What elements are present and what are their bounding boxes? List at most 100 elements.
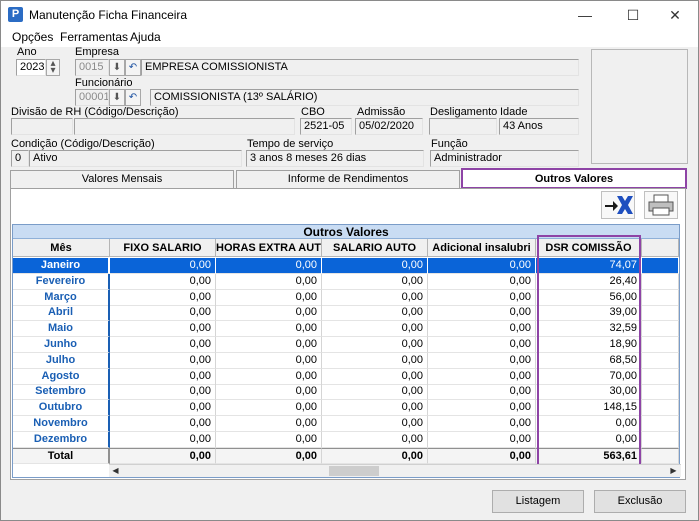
value-cell: 0,00 (322, 305, 428, 322)
month-cell: Abril (13, 305, 110, 322)
value-cell: 32,59 (536, 321, 642, 338)
condicao-desc-field: Ativo (29, 150, 242, 167)
empresa-lookup-icon[interactable]: ⬇ (109, 59, 125, 76)
value-cell: 0,00 (216, 431, 322, 448)
maximize-button[interactable]: ☐ (613, 1, 653, 29)
value-cell: 39,00 (536, 305, 642, 322)
scroll-right-icon[interactable]: ▶ (667, 465, 680, 477)
month-cell: Outubro (13, 400, 110, 417)
filler-cell (642, 431, 679, 448)
window-title: Manutenção Ficha Financeira (29, 8, 188, 22)
value-cell: 0,00 (428, 321, 536, 338)
total-label: Total (13, 447, 110, 464)
column-header-2[interactable]: HORAS EXTRA AUTO (216, 239, 322, 257)
grid-title: Outros Valores (13, 225, 679, 239)
value-cell: 0,00 (428, 416, 536, 432)
funcionario-code-input[interactable]: 00001 (75, 89, 109, 106)
column-header-4[interactable]: Adicional insalubri (428, 239, 536, 257)
value-cell: 0,00 (216, 368, 322, 385)
column-header-1[interactable]: FIXO SALARIO (110, 239, 216, 257)
value-cell: 0,00 (110, 273, 216, 290)
scroll-thumb[interactable] (329, 466, 379, 476)
empresa-code-input[interactable]: 0015 (75, 59, 109, 76)
tempo-label: Tempo de serviço (247, 138, 334, 150)
month-cell: Julho (13, 352, 110, 369)
filler-cell (642, 321, 679, 338)
value-cell: 0,00 (216, 305, 322, 322)
funcionario-label: Funcionário (75, 77, 133, 89)
filler-cell (642, 384, 679, 401)
ano-input[interactable]: 2023 (16, 59, 46, 76)
value-cell: 0,00 (428, 337, 536, 353)
value-cell: 0,00 (428, 273, 536, 290)
cbo-label: CBO (301, 106, 325, 118)
value-cell: 0,00 (322, 273, 428, 290)
close-button[interactable]: ✕ (655, 1, 695, 29)
ano-spinner[interactable]: ▴ ▾ (46, 59, 60, 76)
exclusao-button[interactable]: Exclusão (594, 490, 686, 513)
value-cell: 0,00 (428, 384, 536, 401)
value-cell: 0,00 (322, 384, 428, 401)
month-cell: Maio (13, 321, 110, 338)
title-bar: P Manutenção Ficha Financeira — ☐ ✕ (1, 1, 698, 29)
value-cell: 56,00 (536, 289, 642, 306)
cbo-field: 2521-05 (300, 118, 352, 135)
idade-field: 43 Anos (499, 118, 579, 135)
month-cell: Setembro (13, 384, 110, 401)
empresa-undo-icon[interactable]: ↶ (125, 59, 141, 76)
admissao-label: Admissão (357, 106, 406, 118)
menu-ferramentas[interactable]: Ferramentas (60, 30, 128, 44)
value-cell: 0,00 (322, 447, 428, 464)
minimize-button[interactable]: — (565, 1, 605, 29)
tab-informe-rendimentos[interactable]: Informe de Rendimentos (236, 170, 460, 188)
value-cell: 0,00 (110, 447, 216, 464)
export-excel-icon[interactable] (601, 191, 635, 219)
tab-outros-valores[interactable]: Outros Valores (461, 168, 687, 189)
value-cell: 0,00 (110, 352, 216, 369)
divisao-label: Divisão de RH (Código/Descrição) (11, 106, 179, 118)
value-cell: 0,00 (322, 368, 428, 385)
tempo-field: 3 anos 8 meses 26 dias (246, 150, 424, 167)
tab-valores-mensais[interactable]: Valores Mensais (10, 170, 234, 188)
desligamento-label: Desligamento (430, 106, 498, 118)
value-cell: 0,00 (110, 258, 216, 274)
value-cell: 0,00 (110, 384, 216, 401)
filler-cell (642, 447, 679, 464)
scroll-left-icon[interactable]: ◀ (109, 465, 122, 477)
column-header-0[interactable]: Mês (13, 239, 110, 257)
value-cell: 0,00 (216, 321, 322, 338)
funcao-label: Função (431, 138, 468, 150)
column-header-3[interactable]: SALARIO AUTO (322, 239, 428, 257)
value-cell: 0,00 (428, 289, 536, 306)
value-cell: 30,00 (536, 384, 642, 401)
filler-cell (642, 337, 679, 353)
month-cell: Novembro (13, 416, 110, 432)
value-cell: 0,00 (428, 305, 536, 322)
value-cell: 0,00 (110, 321, 216, 338)
column-header-5[interactable]: DSR COMISSÃO (536, 239, 642, 257)
listagem-button[interactable]: Listagem (492, 490, 584, 513)
outros-valores-grid: Outros Valores Mês FIXO SALARIO HORAS EXTR… (12, 224, 680, 478)
horizontal-scrollbar[interactable]: ◀ ▶ (109, 464, 681, 477)
ano-label: Ano (17, 46, 37, 58)
employee-photo (591, 49, 688, 164)
funcionario-lookup-icon[interactable]: ⬇ (109, 89, 125, 106)
filler-cell (642, 368, 679, 385)
value-cell: 0,00 (322, 337, 428, 353)
value-cell: 70,00 (536, 368, 642, 385)
value-cell: 68,50 (536, 352, 642, 369)
value-cell: 0,00 (428, 447, 536, 464)
empresa-label: Empresa (75, 46, 120, 58)
filler-cell (642, 352, 679, 369)
filler-cell (642, 416, 679, 432)
funcionario-undo-icon[interactable]: ↶ (125, 89, 141, 106)
menu-ajuda[interactable]: Ajuda (130, 30, 161, 44)
value-cell: 0,00 (428, 431, 536, 448)
print-icon[interactable] (644, 191, 678, 219)
value-cell: 0,00 (110, 337, 216, 353)
menu-opcoes[interactable]: Opções (12, 30, 53, 44)
value-cell: 0,00 (536, 431, 642, 448)
value-cell: 0,00 (216, 337, 322, 353)
month-cell: Janeiro (13, 258, 110, 274)
value-cell: 0,00 (216, 384, 322, 401)
